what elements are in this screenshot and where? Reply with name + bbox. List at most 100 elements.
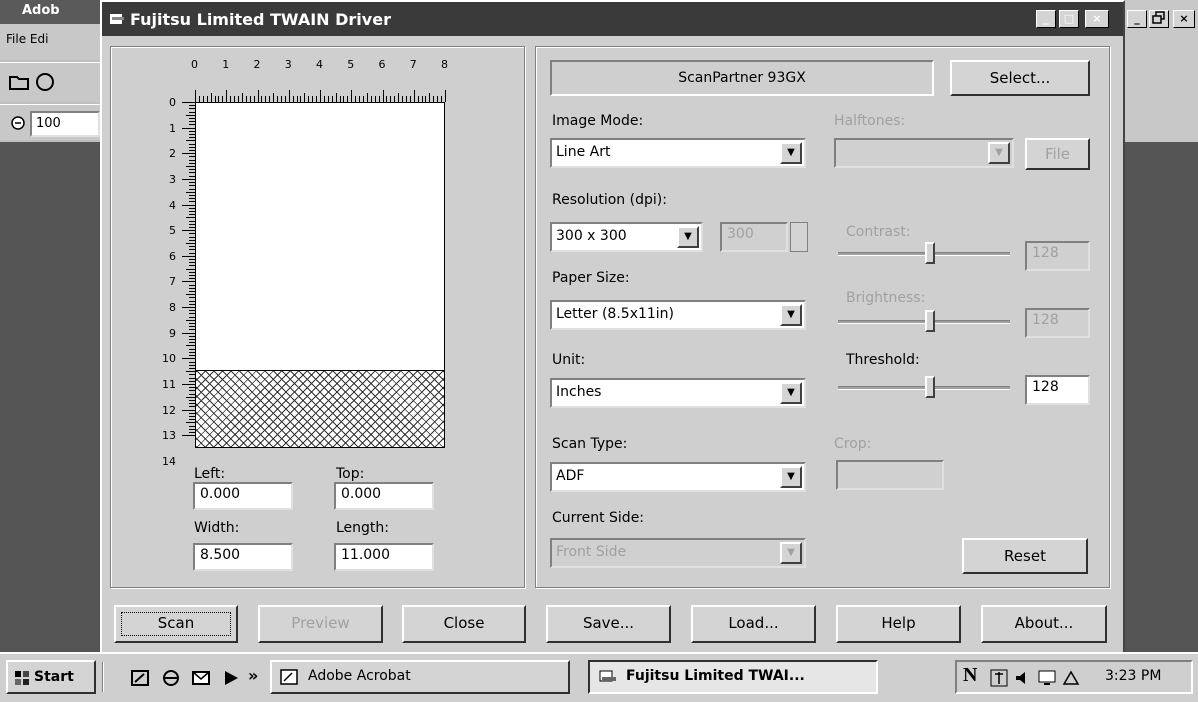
scan-type-select[interactable]: ADF ▼ — [550, 462, 806, 492]
clock[interactable]: 3:23 PM — [1105, 668, 1161, 684]
start-button[interactable]: Start — [6, 660, 96, 694]
brightness-slider-track[interactable] — [838, 320, 1010, 324]
network-tray-icon[interactable] — [1061, 668, 1081, 688]
scan-button[interactable]: Scan — [114, 605, 238, 643]
ruler-x-tick — [257, 90, 259, 102]
ruler-y-tick — [182, 127, 196, 129]
load-button[interactable]: Load... — [691, 605, 816, 643]
ruler-y-label: 11 — [162, 377, 176, 391]
contrast-slider-thumb[interactable] — [925, 242, 935, 264]
left-field[interactable]: 0.000 — [193, 482, 293, 510]
contrast-label: Contrast: — [846, 224, 911, 240]
ruler-y-label: 9 — [169, 326, 176, 340]
halftone-file-button[interactable]: File — [1025, 138, 1090, 170]
about-button[interactable]: About... — [981, 605, 1107, 643]
background-app-zoom-bar: 100 — [0, 104, 100, 140]
background-restore-button[interactable] — [1149, 10, 1169, 28]
dropdown-arrow-icon[interactable]: ▼ — [988, 142, 1010, 164]
ruler-x-tick — [445, 90, 446, 102]
background-app-titlebar[interactable]: Adob — [0, 0, 100, 24]
threshold-slider-track[interactable] — [838, 386, 1010, 390]
monitor-tray-icon[interactable] — [1037, 668, 1057, 688]
halftones-label: Halftones: — [834, 113, 906, 129]
ruler-y-tick — [182, 178, 196, 180]
help-button[interactable]: Help — [836, 605, 961, 643]
crop-field[interactable] — [836, 460, 944, 490]
windows-logo-icon — [15, 671, 29, 685]
ruler-y-tick — [182, 255, 196, 257]
paper-size-select[interactable]: Letter (8.5x11in) ▼ — [550, 300, 806, 330]
ruler-y-label: 6 — [169, 249, 176, 263]
open-folder-icon[interactable] — [8, 71, 30, 93]
preview-button[interactable]: Preview — [258, 605, 383, 643]
dialog-titlebar[interactable]: Fujitsu Limited TWAIN Driver _ □ × — [102, 2, 1123, 36]
ruler-x-label: 3 — [284, 58, 292, 71]
ruler-x-label: 7 — [409, 58, 417, 71]
dialog-close-button[interactable]: × — [1085, 10, 1109, 28]
length-field[interactable]: 11.000 — [334, 543, 434, 571]
dropdown-arrow-icon[interactable]: ▼ — [780, 304, 802, 326]
resolution-custom-field[interactable]: 300 — [720, 222, 788, 252]
internet-explorer-icon[interactable] — [160, 668, 182, 688]
close-button[interactable]: Close — [402, 605, 526, 643]
zoom-field[interactable]: 100 — [30, 111, 100, 137]
dialog-maximize-button[interactable]: □ — [1059, 10, 1079, 28]
resolution-label: Resolution (dpi): — [552, 192, 667, 208]
dropdown-arrow-icon[interactable]: ▼ — [677, 226, 699, 248]
resolution-select[interactable]: 300 x 300 ▼ — [550, 222, 703, 252]
dialog-minimize-button[interactable]: _ — [1036, 10, 1056, 28]
dropdown-arrow-icon[interactable]: ▼ — [780, 142, 802, 164]
dropdown-arrow-icon[interactable]: ▼ — [780, 382, 802, 404]
task-adobe-acrobat[interactable]: Adobe Acrobat — [270, 660, 570, 694]
save-button[interactable]: Save... — [546, 605, 671, 643]
top-label: Top: — [336, 466, 365, 482]
reset-button[interactable]: Reset — [962, 538, 1088, 574]
image-mode-select[interactable]: Line Art ▼ — [550, 138, 806, 168]
ruler-y-label: 5 — [169, 224, 176, 238]
background-minimize-button[interactable]: _ — [1127, 10, 1147, 28]
resolution-spinner[interactable] — [790, 222, 808, 252]
background-app-menu[interactable]: File Edi — [6, 32, 48, 46]
ruler-x-tick — [241, 93, 243, 102]
ruler-x-tick — [335, 93, 337, 102]
ruler-x-tick — [398, 93, 400, 102]
halftones-select[interactable]: ▼ — [834, 138, 1014, 168]
zoom-out-icon[interactable] — [10, 115, 26, 131]
dropdown-arrow-icon[interactable]: ▼ — [780, 542, 802, 564]
ruler-x-tick — [351, 90, 353, 102]
background-app-title: Adob — [22, 3, 60, 18]
language-tray-icon[interactable] — [989, 668, 1009, 688]
quicklaunch-chevron[interactable]: » — [248, 666, 258, 685]
task-twain-driver[interactable]: Fujitsu Limited TWAI... — [588, 660, 878, 694]
threshold-slider-thumb[interactable] — [925, 376, 935, 398]
brightness-slider-thumb[interactable] — [925, 310, 935, 332]
ruler-y-label: 3 — [169, 172, 176, 186]
ruler-y-tick — [182, 383, 196, 385]
scan-type-label: Scan Type: — [552, 436, 628, 452]
ruler-y-tick — [182, 230, 196, 232]
top-field[interactable]: 0.000 — [334, 482, 434, 510]
ruler-x-tick — [288, 90, 290, 102]
background-app-menubar[interactable]: File Edi — [0, 24, 100, 60]
width-field[interactable]: 8.500 — [193, 543, 293, 571]
contrast-slider-track[interactable] — [838, 252, 1010, 256]
brightness-field[interactable]: 128 — [1025, 308, 1090, 338]
select-scanner-button[interactable]: Select... — [950, 60, 1090, 96]
current-side-label: Current Side: — [552, 510, 645, 526]
horizontal-ruler: 0 1 2 3 4 5 6 7 8 — [188, 58, 448, 102]
current-side-select[interactable]: Front Side ▼ — [550, 538, 806, 568]
desktop-shortcut-icon[interactable] — [130, 668, 152, 688]
volume-tray-icon[interactable] — [1013, 668, 1033, 688]
ruler-x-tick — [304, 93, 306, 102]
ruler-x-tick — [429, 93, 431, 102]
media-player-icon[interactable] — [220, 668, 242, 688]
netscape-tray-icon[interactable]: N — [963, 664, 977, 687]
ruler-x-label: 4 — [316, 58, 323, 71]
outlook-express-icon[interactable] — [190, 668, 212, 688]
background-close-button[interactable]: × — [1173, 10, 1195, 28]
dropdown-arrow-icon[interactable]: ▼ — [780, 466, 802, 488]
contrast-field[interactable]: 128 — [1025, 241, 1090, 271]
globe-icon[interactable] — [34, 71, 56, 93]
unit-select[interactable]: Inches ▼ — [550, 378, 806, 408]
threshold-field[interactable]: 128 — [1025, 375, 1090, 405]
